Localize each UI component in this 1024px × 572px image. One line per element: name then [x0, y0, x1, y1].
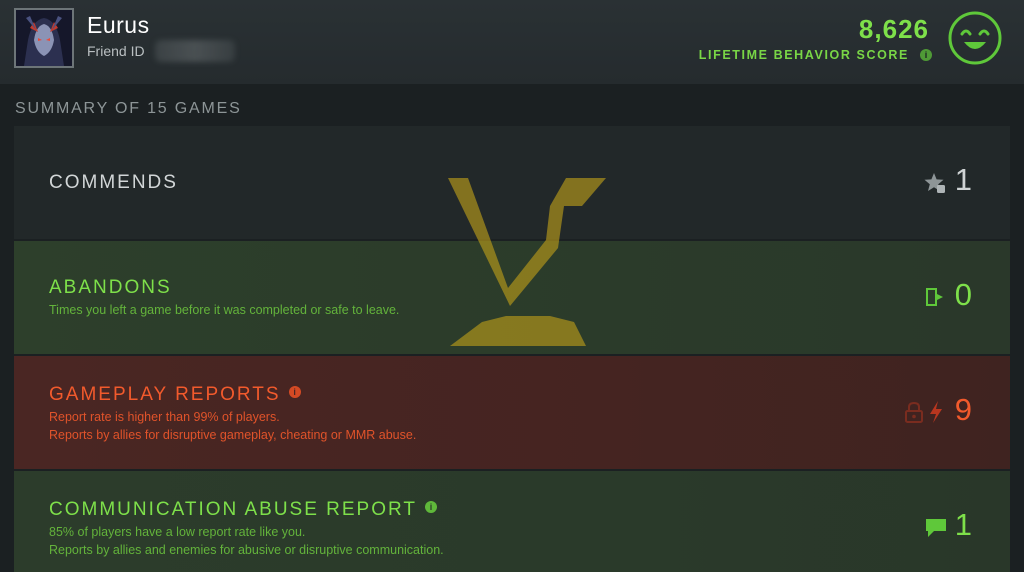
communication-reports-card: COMMUNICATION ABUSE REPORT i 85% of playe… — [14, 471, 1010, 572]
gameplay-reports-count: 9 — [954, 392, 972, 427]
behavior-score-label: LIFETIME BEHAVIOR SCORE — [698, 48, 909, 62]
player-name: Eurus — [87, 12, 150, 38]
friend-id-value-redacted — [155, 40, 235, 62]
commends-count: 1 — [954, 162, 972, 197]
emblem-watermark-icon — [448, 178, 606, 346]
smiley-face-icon — [948, 11, 1002, 65]
exit-door-icon — [926, 288, 943, 306]
info-icon[interactable]: i — [920, 49, 932, 61]
communication-reports-detail-text: Reports by allies and enemies for abusiv… — [49, 543, 444, 557]
communication-reports-count: 1 — [954, 507, 972, 542]
communication-reports-title-row: COMMUNICATION ABUSE REPORT i — [49, 499, 437, 521]
profile-header: Eurus Friend ID 8,626 LIFETIME BEHAVIOR … — [0, 0, 1024, 84]
info-icon[interactable]: i — [288, 385, 301, 398]
summary-title: SUMMARY OF 15 GAMES — [15, 100, 242, 117]
lightning-bolt-icon — [930, 401, 942, 423]
abandons-count: 0 — [954, 277, 972, 312]
avatar[interactable] — [14, 8, 74, 68]
gameplay-reports-rate-text: Report rate is higher than 99% of player… — [49, 410, 280, 424]
communication-reports-description: 85% of players have a low report rate li… — [49, 523, 444, 559]
communication-reports-rate-text: 85% of players have a low report rate li… — [49, 525, 306, 539]
lock-icon — [905, 401, 923, 423]
behavior-score-value: 8,626 — [858, 14, 929, 44]
gameplay-reports-title: GAMEPLAY REPORTS — [49, 384, 281, 405]
info-icon[interactable]: i — [425, 500, 437, 513]
gameplay-reports-description: Report rate is higher than 99% of player… — [49, 408, 416, 444]
gameplay-reports-detail-text: Reports by allies for disruptive gamepla… — [49, 428, 417, 442]
commends-title: COMMENDS — [49, 172, 178, 193]
chat-bubble-icon — [926, 519, 946, 537]
abandons-description: Times you left a game before it was comp… — [49, 303, 400, 317]
communication-reports-title: COMMUNICATION ABUSE REPORT — [49, 499, 417, 520]
gameplay-reports-title-row: GAMEPLAY REPORTS i — [49, 384, 301, 406]
star-thumbs-up-icon — [924, 173, 945, 193]
friend-id-label: Friend ID — [87, 43, 145, 59]
gameplay-reports-card: GAMEPLAY REPORTS i Report rate is higher … — [14, 356, 1010, 469]
abandons-title: ABANDONS — [49, 277, 172, 298]
